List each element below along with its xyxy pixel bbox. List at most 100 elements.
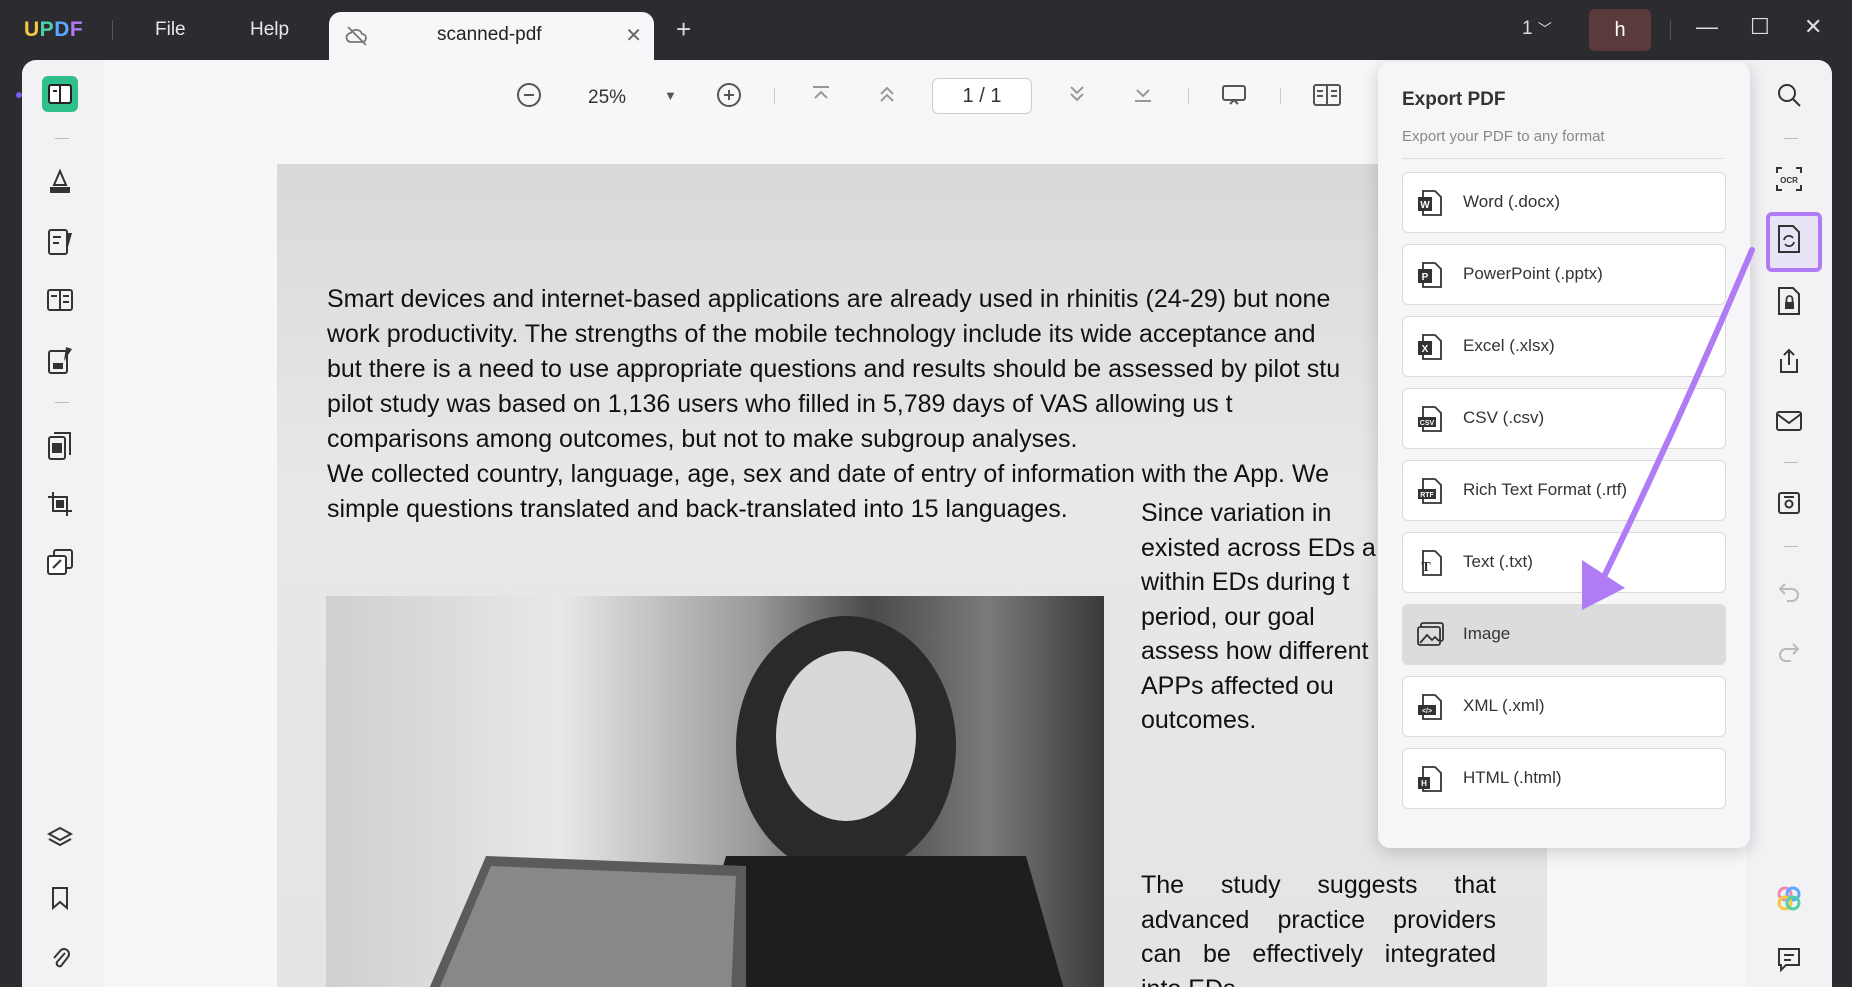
convert-pdf-icon[interactable] [1770, 220, 1808, 258]
svg-text:OCR: OCR [1780, 176, 1798, 185]
undo-icon[interactable] [1770, 572, 1808, 610]
zoom-in-icon[interactable] [716, 82, 742, 113]
export-option-image[interactable]: Image [1402, 604, 1726, 665]
right-column-text-2: The study suggests that advanced practic… [1141, 868, 1496, 987]
save-icon[interactable] [1770, 484, 1808, 522]
svg-text:X: X [1422, 344, 1429, 355]
attachment-icon[interactable] [42, 940, 78, 976]
option-label: XML (.xml) [1463, 696, 1545, 715]
close-window-icon[interactable]: ✕ [1804, 14, 1822, 40]
zoom-out-icon[interactable] [516, 82, 542, 113]
sidebar-divider [1784, 138, 1798, 139]
svg-text:H: H [1421, 779, 1427, 788]
app-logo: UPDF [24, 18, 84, 41]
title-divider-2 [1670, 20, 1671, 40]
powerpoint-icon: P [1417, 261, 1443, 289]
bookmark-icon[interactable] [42, 880, 78, 916]
presentation-icon[interactable] [1220, 82, 1248, 113]
layers-icon[interactable] [42, 820, 78, 856]
document-tab[interactable]: scanned-pdf ✕ [329, 12, 654, 60]
email-icon[interactable] [1770, 402, 1808, 440]
search-icon[interactable] [1770, 76, 1808, 114]
text-line: work productivity. The strengths of the … [327, 320, 1316, 348]
text-icon: T [1417, 549, 1443, 577]
image-icon [1417, 621, 1444, 649]
minimize-icon[interactable]: — [1696, 14, 1718, 40]
excel-icon: X [1417, 333, 1443, 361]
last-page-icon[interactable] [1132, 82, 1154, 111]
option-label: Rich Text Format (.rtf) [1463, 480, 1628, 499]
edit-pdf-icon[interactable] [42, 224, 78, 260]
svg-text:P: P [1422, 272, 1429, 283]
fill-sign-icon[interactable] [42, 342, 78, 378]
text-line: The study suggests that [1141, 871, 1496, 899]
text-line: into EDs [1141, 972, 1496, 987]
text-line: pilot study was based on 1,136 users who… [327, 390, 1233, 418]
menu-help[interactable]: Help [250, 19, 289, 41]
avatar[interactable]: h [1589, 9, 1651, 51]
organize-pages-icon[interactable] [42, 428, 78, 464]
page-view-icon[interactable] [1312, 82, 1342, 113]
toolbar-divider-3 [1280, 88, 1281, 104]
page-count-value: 1 [1522, 18, 1533, 39]
svg-text:CSV: CSV [1420, 420, 1435, 427]
panel-divider [1402, 158, 1724, 159]
csv-icon: CSV [1417, 405, 1443, 433]
share-icon[interactable] [1770, 342, 1808, 380]
first-page-icon[interactable] [810, 82, 832, 111]
tab-title: scanned-pdf [437, 24, 542, 45]
document-photo [326, 596, 1104, 987]
right-tool-sidebar: OCR [1746, 60, 1832, 987]
page-count-dropdown[interactable]: 1 ﹀ [1522, 18, 1552, 40]
export-option-text[interactable]: T Text (.txt) [1402, 532, 1726, 593]
export-option-csv[interactable]: CSV CSV (.csv) [1402, 388, 1726, 449]
comment-icon[interactable] [1770, 940, 1808, 978]
convert-pages-icon[interactable] [42, 544, 78, 580]
next-page-icon[interactable] [1066, 82, 1088, 111]
export-option-rtf[interactable]: RTF Rich Text Format (.rtf) [1402, 460, 1726, 521]
svg-text:</>: </> [1422, 708, 1432, 715]
sidebar-divider [55, 138, 69, 139]
new-tab-icon[interactable]: + [676, 14, 691, 45]
chevron-down-icon: ﹀ [1537, 21, 1552, 37]
option-label: Word (.docx) [1463, 192, 1560, 211]
body-paragraph: Smart devices and internet-based applica… [327, 282, 1427, 527]
toolbar-divider-2 [1188, 88, 1189, 104]
option-label: PowerPoint (.pptx) [1463, 264, 1603, 283]
text-line: Smart devices and internet-based applica… [327, 285, 1331, 313]
ai-assistant-icon[interactable] [1770, 880, 1808, 918]
sidebar-divider-2 [55, 402, 69, 403]
toolbar-divider [774, 88, 775, 104]
pdf-page: Smart devices and internet-based applica… [277, 164, 1547, 987]
ocr-icon[interactable]: OCR [1770, 160, 1808, 198]
option-label: Excel (.xlsx) [1463, 336, 1555, 355]
svg-text:W: W [1420, 200, 1430, 211]
menu-file[interactable]: File [155, 19, 186, 41]
title-divider [112, 20, 113, 40]
crop-icon[interactable] [42, 486, 78, 522]
export-option-excel[interactable]: X Excel (.xlsx) [1402, 316, 1726, 377]
reader-icon[interactable] [42, 76, 78, 112]
comment-highlighter-icon[interactable] [42, 164, 78, 200]
option-label: CSV (.csv) [1463, 408, 1545, 427]
redo-icon[interactable] [1770, 632, 1808, 670]
cloud-off-icon [345, 25, 369, 52]
export-option-word[interactable]: W Word (.docx) [1402, 172, 1726, 233]
word-icon: W [1417, 189, 1443, 217]
page-layout-icon[interactable] [42, 282, 78, 318]
svg-text:T: T [1421, 560, 1431, 575]
page-number-input[interactable]: 1 / 1 [932, 78, 1032, 114]
export-option-xml[interactable]: </> XML (.xml) [1402, 676, 1726, 737]
sidebar-divider-2 [1784, 462, 1798, 463]
close-tab-icon[interactable]: ✕ [625, 23, 642, 48]
zoom-level[interactable]: 25% [588, 87, 626, 109]
protect-pdf-icon[interactable] [1770, 282, 1808, 320]
maximize-icon[interactable]: ☐ [1750, 14, 1770, 40]
export-option-powerpoint[interactable]: P PowerPoint (.pptx) [1402, 244, 1726, 305]
text-line: We collected country, language, age, sex… [327, 460, 1329, 488]
zoom-dropdown-icon[interactable]: ▼ [664, 88, 677, 103]
export-option-html[interactable]: H HTML (.html) [1402, 748, 1726, 809]
panel-title: Export PDF [1402, 89, 1506, 110]
option-label: Image [1463, 624, 1511, 643]
previous-page-icon[interactable] [876, 82, 898, 111]
